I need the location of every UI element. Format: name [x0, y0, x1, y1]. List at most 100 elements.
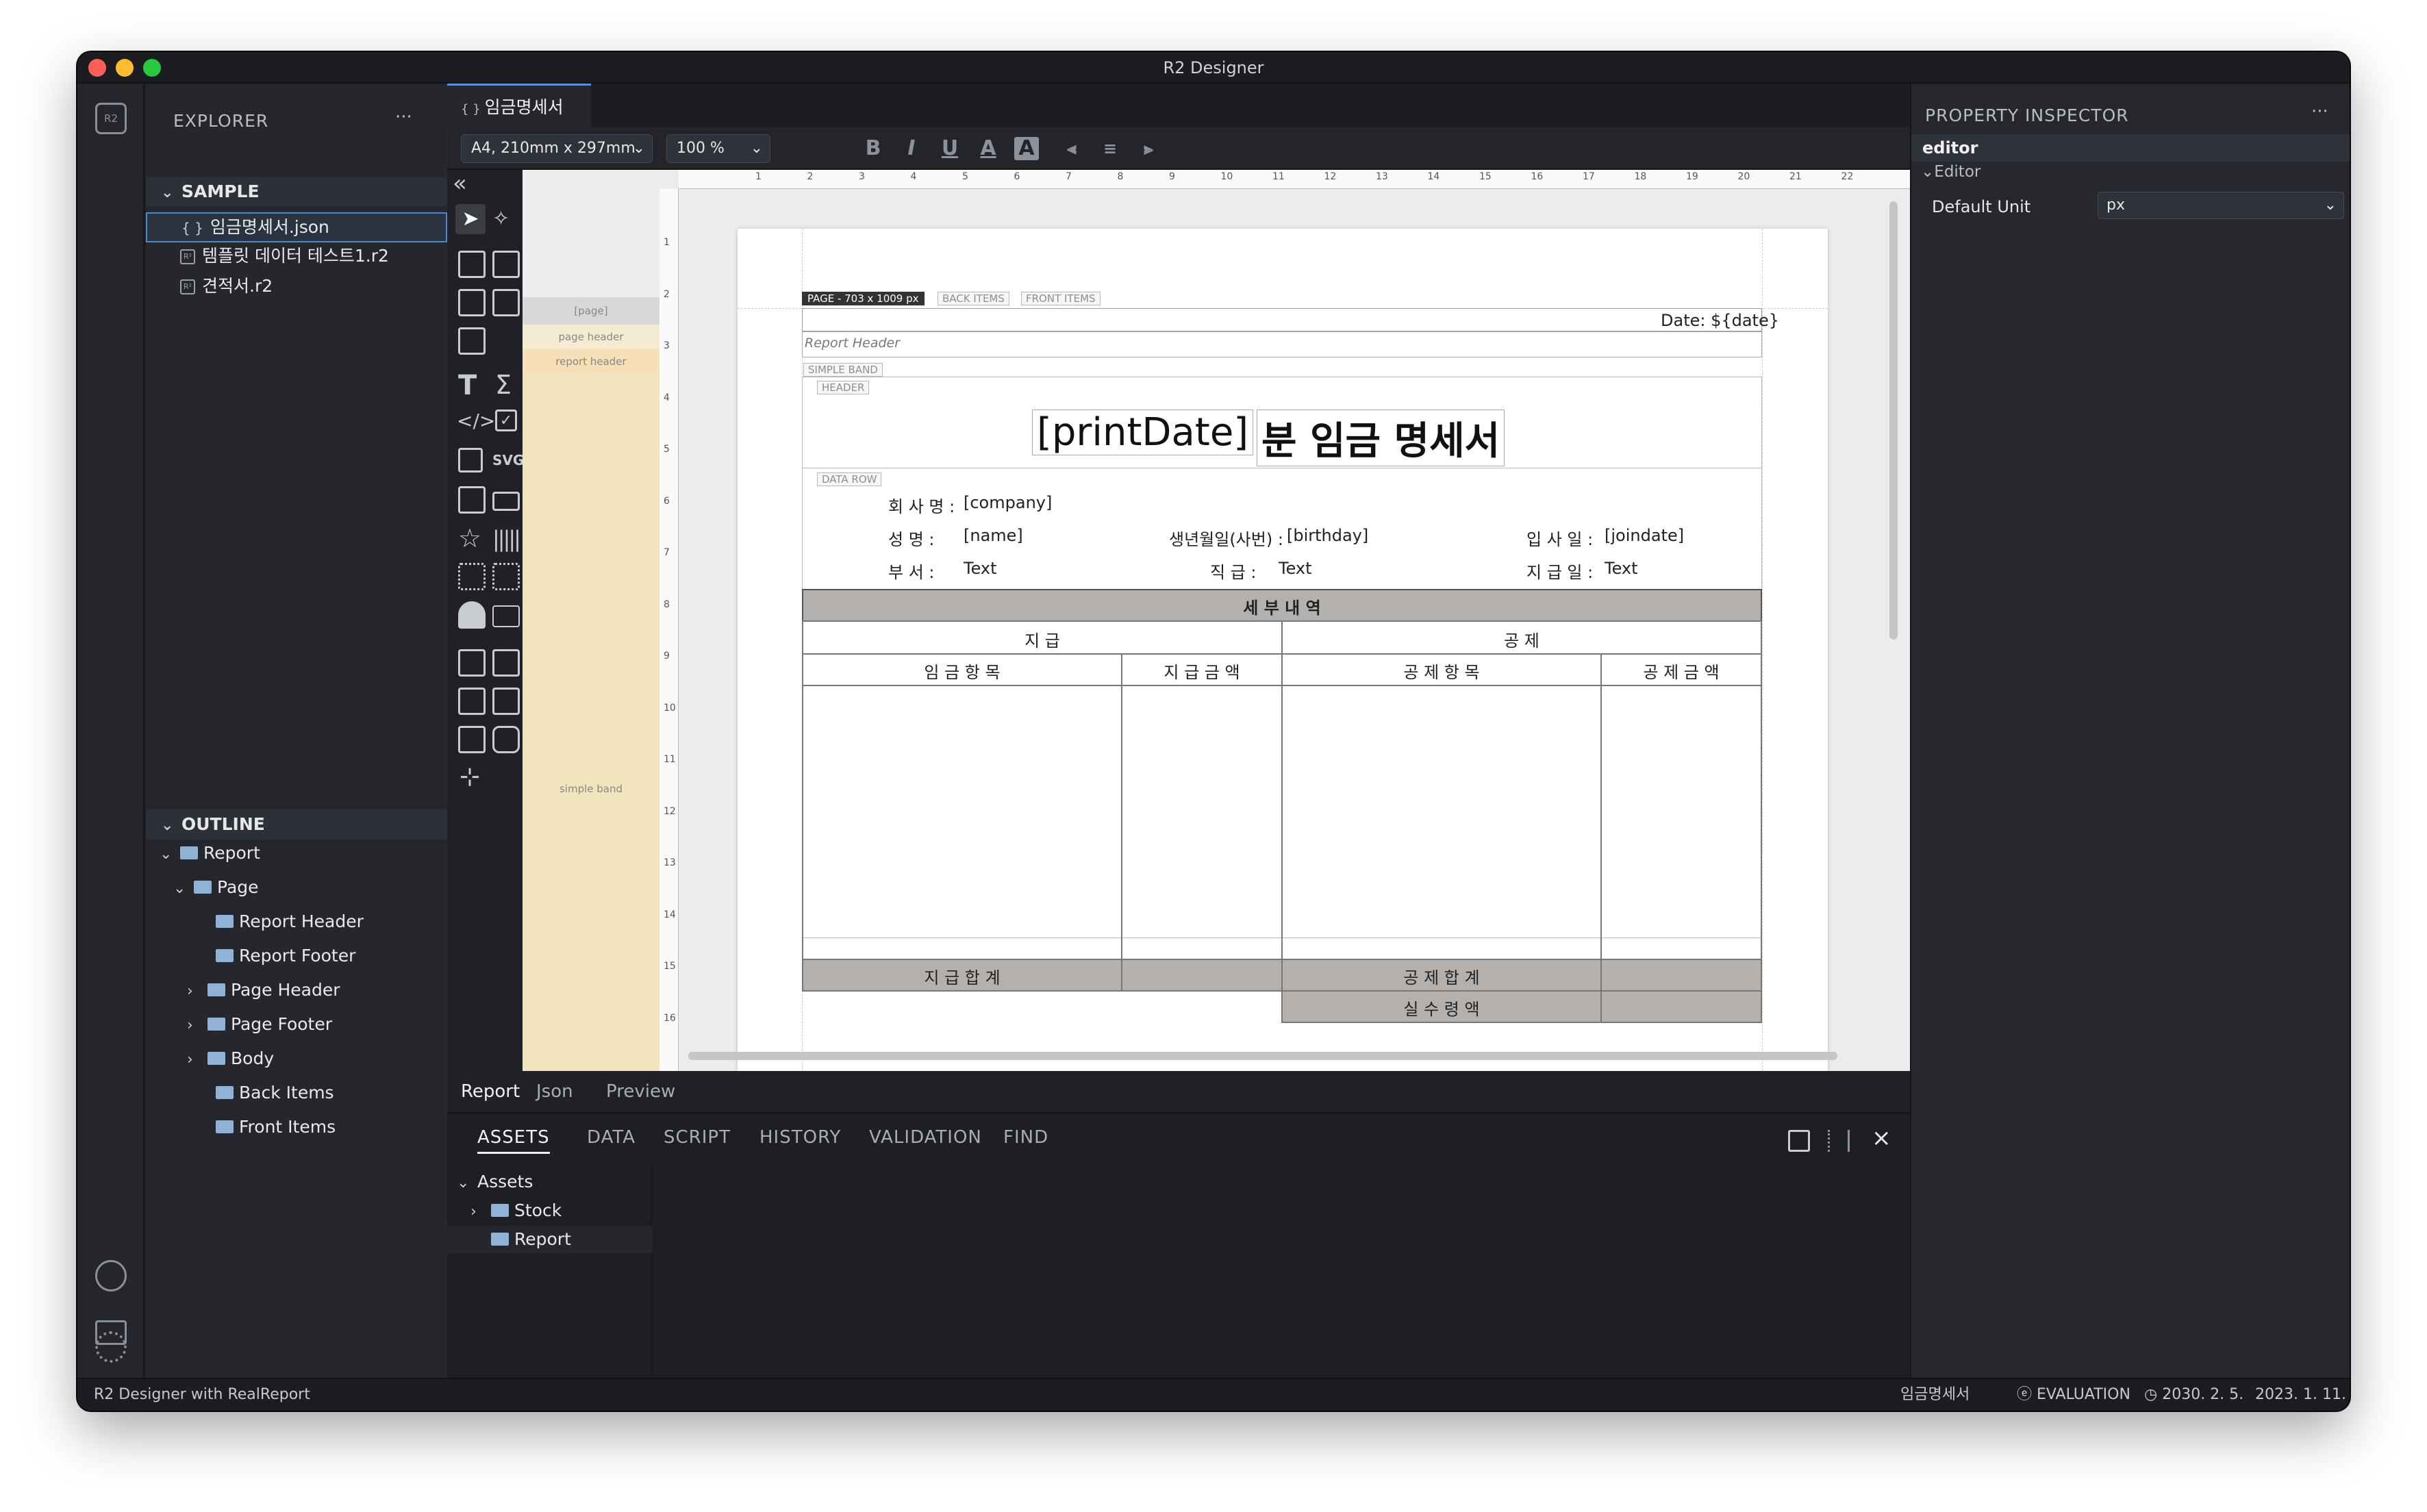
- tab-json[interactable]: Json: [536, 1071, 573, 1112]
- signature-tool-icon[interactable]: [492, 605, 520, 627]
- position-field[interactable]: Text: [1279, 559, 1312, 578]
- matrix-code-tool-icon[interactable]: [492, 563, 520, 590]
- outline-item-page-header[interactable]: › Page Header: [187, 977, 340, 1005]
- text-tool-icon[interactable]: T: [458, 370, 477, 401]
- database-tool-icon[interactable]: [492, 726, 520, 753]
- list-view-icon[interactable]: [1828, 1130, 1850, 1152]
- deduct-items-body[interactable]: [1281, 685, 1602, 960]
- pay-amount-body[interactable]: [1121, 685, 1283, 960]
- name-field[interactable]: [name]: [964, 526, 1023, 545]
- layers-tool-icon[interactable]: [492, 688, 520, 715]
- list-table-tool-icon[interactable]: [492, 649, 520, 677]
- image-tool-icon[interactable]: [458, 448, 483, 473]
- back-items-tab[interactable]: BACK ITEMS: [938, 292, 1009, 305]
- tab-report[interactable]: Report: [461, 1071, 520, 1112]
- hierarchy-tool-icon[interactable]: ⊹: [460, 763, 480, 791]
- payday-field[interactable]: Text: [1605, 559, 1638, 578]
- assets-root[interactable]: ⌄ Assets: [457, 1168, 533, 1197]
- report-page[interactable]: PAGE - 703 x 1009 px BACK ITEMS FRONT IT…: [738, 229, 1828, 1071]
- r2-logo-icon[interactable]: R2: [95, 103, 127, 134]
- data-band-tool-icon[interactable]: [458, 289, 486, 316]
- outline-item-report[interactable]: ⌄ Report: [160, 840, 260, 868]
- paper-size-select[interactable]: A4, 210mm x 297mm ⌄: [461, 134, 653, 163]
- tab-script[interactable]: SCRIPT: [664, 1127, 731, 1148]
- column-table-tool-icon[interactable]: [458, 649, 486, 677]
- tab-history[interactable]: HISTORY: [759, 1127, 841, 1148]
- qrcode-tool-icon[interactable]: [458, 563, 486, 590]
- account-icon[interactable]: [95, 1260, 127, 1292]
- settings-icon[interactable]: [95, 1331, 127, 1363]
- joindate-field[interactable]: [joindate]: [1605, 526, 1684, 545]
- magic-tool-icon[interactable]: ✧: [492, 207, 510, 231]
- band-tool-icon[interactable]: [458, 251, 486, 278]
- zoom-select[interactable]: 100 % ⌄: [666, 134, 770, 163]
- outline-item-report-header[interactable]: Report Header: [216, 908, 364, 935]
- html-tool-icon[interactable]: </>: [457, 410, 495, 432]
- sample-section-header[interactable]: ⌄ SAMPLE: [146, 177, 447, 207]
- deduct-amount-body[interactable]: [1600, 685, 1762, 960]
- svg-tool-icon[interactable]: SVG: [492, 452, 524, 468]
- department-field[interactable]: Text: [964, 559, 997, 578]
- date-field[interactable]: Date: ${date}: [1661, 311, 1779, 330]
- front-items-tab[interactable]: FRONT ITEMS: [1021, 292, 1101, 305]
- background-color-button[interactable]: A: [1014, 137, 1039, 160]
- explorer-more-button[interactable]: ···: [395, 107, 412, 127]
- band-simple-band-label[interactable]: simple band: [523, 777, 659, 801]
- file-item-json[interactable]: { } 임금명세서.json: [146, 212, 447, 242]
- table-band-tool-icon[interactable]: [492, 251, 520, 278]
- deduct-total-value-cell[interactable]: [1600, 959, 1762, 992]
- tab-assets[interactable]: ASSETS: [477, 1127, 550, 1154]
- birthday-field[interactable]: [birthday]: [1287, 526, 1368, 545]
- shape-tool-icon[interactable]: [458, 486, 486, 514]
- font-color-button[interactable]: A: [976, 136, 1001, 162]
- net-pay-value-cell[interactable]: [1600, 990, 1762, 1023]
- tab-preview[interactable]: Preview: [606, 1071, 675, 1112]
- print-date-field[interactable]: [printDate]: [1032, 410, 1254, 455]
- align-left-button[interactable]: ⫷: [1059, 136, 1084, 162]
- assets-report[interactable]: Report: [447, 1226, 653, 1253]
- barcode-tool-icon[interactable]: |||||: [492, 526, 521, 552]
- close-panel-icon[interactable]: ×: [1872, 1124, 1891, 1152]
- band-report-header-label[interactable]: report header: [523, 349, 659, 374]
- default-unit-select[interactable]: px ⌄: [2098, 192, 2344, 219]
- split-band-tool-icon[interactable]: [492, 289, 520, 316]
- outline-item-front-items[interactable]: Front Items: [216, 1113, 336, 1141]
- checkbox-tool-icon[interactable]: ✓: [495, 410, 517, 431]
- vertical-scrollbar[interactable]: [1889, 201, 1898, 640]
- italic-button[interactable]: I: [899, 136, 924, 162]
- outline-item-back-items[interactable]: Back Items: [216, 1079, 334, 1107]
- tab-salary-statement[interactable]: { }임금명세서 ×: [447, 84, 591, 163]
- panel-tool-icon[interactable]: [492, 492, 520, 511]
- inspector-more-button[interactable]: ···: [2311, 101, 2328, 122]
- editor-group-header[interactable]: ⌄Editor: [1921, 163, 1980, 181]
- tab-validation[interactable]: VALIDATION: [869, 1127, 982, 1148]
- outline-item-page-footer[interactable]: › Page Footer: [187, 1011, 332, 1040]
- tab-find[interactable]: FIND: [1003, 1127, 1048, 1148]
- assets-stock[interactable]: › Stock: [470, 1197, 562, 1226]
- grid-view-icon[interactable]: [1788, 1130, 1810, 1152]
- outline-item-page[interactable]: ⌄ Page: [173, 874, 259, 903]
- band-page-header-label[interactable]: page header: [523, 325, 659, 349]
- bold-button[interactable]: B: [861, 136, 885, 162]
- report-title-text[interactable]: 분 임금 명세서: [1257, 410, 1505, 466]
- outline-section-header[interactable]: ⌄ OUTLINE: [146, 809, 447, 840]
- design-canvas[interactable]: 1 2 3 4 5 6 7 8 9 10 11 12 13 14 15 16 17 18 19 20 21 22 1234…: [659, 170, 1910, 1071]
- pay-total-value-cell[interactable]: [1121, 959, 1283, 992]
- file-item-estimate[interactable]: R² 견적서.r2: [180, 273, 273, 300]
- align-center-button[interactable]: ≡: [1098, 136, 1122, 162]
- collapse-toolbox-button[interactable]: «: [453, 170, 467, 197]
- band-page-label[interactable]: [page]: [523, 297, 659, 325]
- star-tool-icon[interactable]: ☆: [458, 523, 481, 553]
- page-header-band[interactable]: [802, 308, 1762, 331]
- select-tool-icon[interactable]: ➤: [455, 204, 486, 234]
- list-tool-icon[interactable]: [458, 726, 486, 753]
- outline-item-body[interactable]: › Body: [187, 1045, 274, 1074]
- grid-tool-icon[interactable]: [458, 327, 486, 355]
- summary-tool-icon[interactable]: Σ: [495, 370, 512, 400]
- align-right-button[interactable]: ⫸: [1136, 136, 1161, 162]
- horizontal-scrollbar[interactable]: [688, 1052, 1837, 1060]
- pay-items-body[interactable]: [802, 685, 1122, 960]
- underline-button[interactable]: U: [938, 136, 962, 162]
- company-field[interactable]: [company]: [964, 493, 1052, 512]
- outline-item-report-footer[interactable]: Report Footer: [216, 942, 355, 970]
